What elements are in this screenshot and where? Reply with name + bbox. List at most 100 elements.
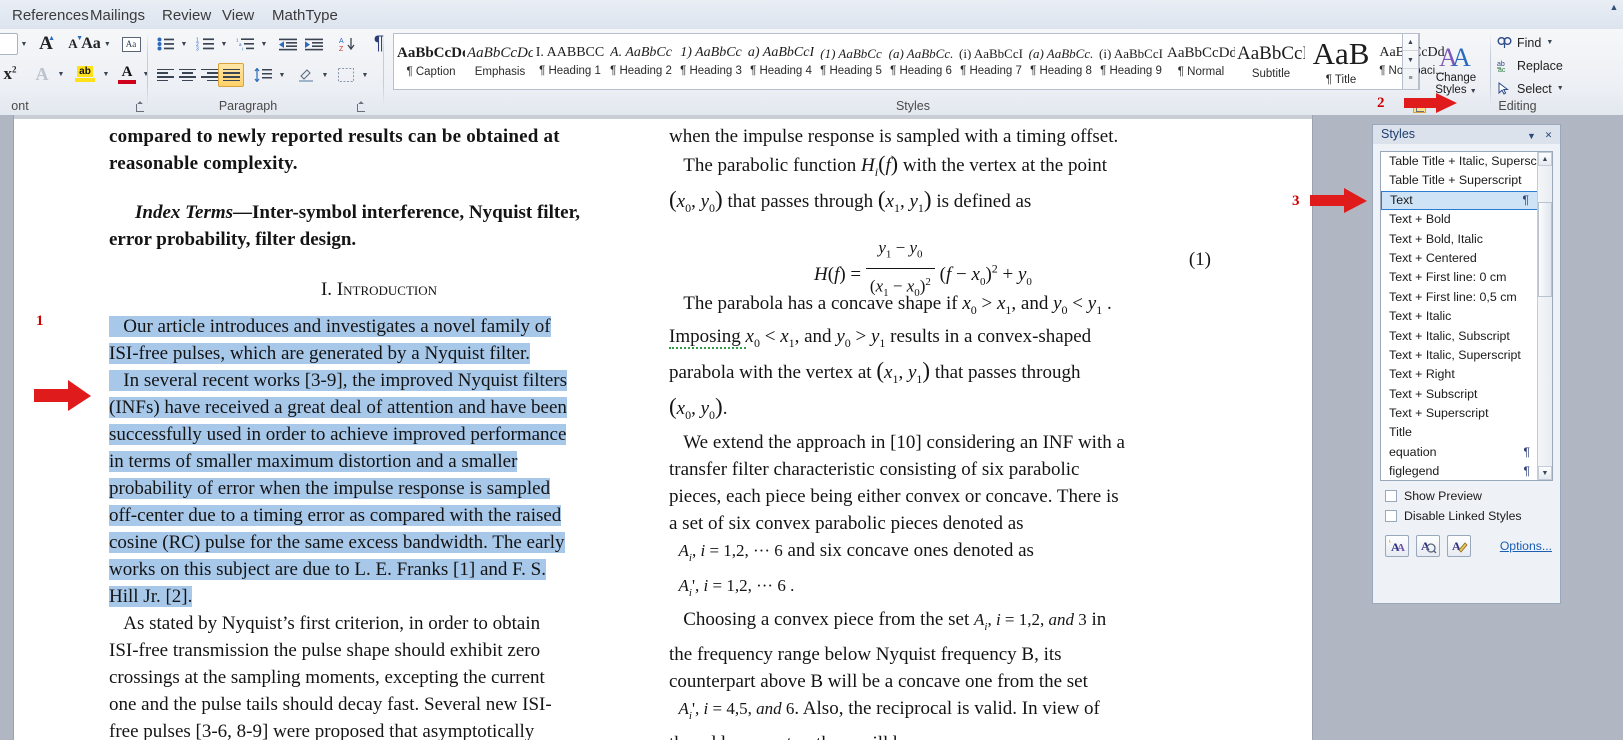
style-gallery-item-3[interactable]: A. AaBbCc ¶ Heading 2: [606, 35, 676, 88]
style-list-item-8[interactable]: Text + Italic: [1381, 307, 1552, 326]
style-list-item-3[interactable]: Text + Bold: [1381, 210, 1552, 229]
line-spacing-button[interactable]: [250, 63, 276, 87]
style-list-item-4[interactable]: Text + Bold, Italic: [1381, 230, 1552, 249]
sort-button[interactable]: AZ: [334, 31, 360, 57]
style-gallery-item-2[interactable]: I. AABBCC ¶ Heading 1: [534, 35, 606, 88]
paragraph-3-line-4: one and the pulse tails should decay fas…: [109, 694, 552, 715]
superscript-button[interactable]: x2: [0, 61, 24, 87]
shading-button[interactable]: [293, 63, 319, 87]
style-gallery-item-9[interactable]: (a) AaBbCc. ¶ Heading 8: [1026, 35, 1096, 88]
gallery-scroll-up-icon[interactable]: ▲: [1403, 34, 1418, 51]
style-gallery-item-1[interactable]: AaBbCcDc Emphasis: [466, 35, 534, 88]
find-button[interactable]: Find ▼: [1494, 32, 1570, 53]
style-list-item-12[interactable]: Text + Subscript: [1381, 385, 1552, 404]
change-case-button[interactable]: Aa ▼: [78, 31, 114, 57]
style-inspector-icon[interactable]: A: [1416, 535, 1440, 557]
font-color-dropdown-icon[interactable]: ▼: [140, 61, 152, 87]
checkbox-box: [1385, 490, 1397, 502]
bullets-button[interactable]: [152, 31, 178, 57]
styles-list-scroll-thumb[interactable]: [1538, 202, 1552, 297]
font-dialog-launcher[interactable]: [133, 100, 146, 113]
style-gallery-item-12[interactable]: AaBbCcI Subtitle: [1236, 35, 1306, 88]
style-gallery-item-0[interactable]: AaBbCcDd ¶ Caption: [396, 35, 466, 88]
style-list-item-0[interactable]: Table Title + Italic, Supersc: [1381, 152, 1552, 171]
styles-pane-menu-icon[interactable]: ▼: [1525, 129, 1538, 142]
font-size-combo[interactable]: [0, 33, 18, 55]
style-list-item-1[interactable]: Table Title + Superscript: [1381, 171, 1552, 190]
gallery-more-icon[interactable]: ≡: [1403, 70, 1418, 87]
multilevel-dropdown-icon[interactable]: ▼: [258, 31, 270, 57]
manage-styles-icon[interactable]: A: [1447, 535, 1471, 557]
disable-linked-styles-checkbox[interactable]: Disable Linked Styles: [1385, 509, 1522, 523]
equation-1[interactable]: H(f) = y1 − y0 (x1 − x0)2 (f − x0)2 + y0…: [669, 234, 1219, 299]
style-preview: AaBbCcDd: [1167, 45, 1235, 61]
styles-pane-close-icon[interactable]: ✕: [1542, 129, 1555, 142]
tab-review[interactable]: Review: [152, 3, 221, 29]
styles-list[interactable]: Table Title + Italic, Supersc Table Title…: [1380, 151, 1553, 481]
font-size-dropdown-icon[interactable]: ▼: [18, 33, 30, 55]
styles-list-scroll-up-icon[interactable]: ▲: [1538, 152, 1552, 166]
style-list-item-2[interactable]: Text ¶: [1381, 190, 1552, 211]
style-gallery-item-10[interactable]: (i) AaBbCcI ¶ Heading 9: [1096, 35, 1166, 88]
paragraph-3-line-3: crossings at the sampling moments, excep…: [109, 667, 545, 688]
style-list-item-7[interactable]: Text + First line: 0,5 cm: [1381, 288, 1552, 307]
document-left-column[interactable]: compared to newly reported results can b…: [109, 123, 649, 740]
section-heading-introduction: I. Introduction: [320, 279, 438, 300]
grow-font-button[interactable]: A ▲: [33, 31, 59, 57]
abstract-line-2: reasonable complexity.: [109, 153, 298, 174]
style-gallery-item-8[interactable]: (i) AaBbCcI ¶ Heading 7: [956, 35, 1026, 88]
style-list-item-9[interactable]: Text + Italic, Subscript: [1381, 327, 1552, 346]
style-gallery-item-4[interactable]: 1) AaBbCc ¶ Heading 3: [676, 35, 746, 88]
styles-options-link[interactable]: Options...: [1500, 539, 1552, 553]
replace-button[interactable]: ab ac Replace: [1494, 55, 1580, 76]
shading-dropdown-icon[interactable]: ▼: [319, 63, 331, 87]
numbering-button[interactable]: 123: [192, 31, 218, 57]
styles-list-scrollbar[interactable]: ▲ ▼: [1537, 152, 1552, 480]
new-style-icon[interactable]: AA: [1385, 535, 1409, 557]
styles-gallery-scrollbar[interactable]: ▲ ▼ ≡: [1402, 33, 1419, 90]
style-list-item-13[interactable]: Text + Superscript: [1381, 404, 1552, 423]
borders-dropdown-icon[interactable]: ▼: [359, 63, 371, 87]
text-highlight-button[interactable]: ab: [70, 61, 100, 87]
multilevel-list-button[interactable]: 1ai: [232, 31, 258, 57]
document-page[interactable]: compared to newly reported results can b…: [14, 115, 1312, 740]
style-list-item-11[interactable]: Text + Right: [1381, 365, 1552, 384]
gallery-scroll-down-icon[interactable]: ▼: [1403, 52, 1418, 69]
text-effects-dropdown-icon[interactable]: ▼: [55, 61, 67, 87]
style-list-item-15[interactable]: equation ¶: [1381, 443, 1552, 462]
style-list-item-5[interactable]: Text + Centered: [1381, 249, 1552, 268]
line-spacing-dropdown-icon[interactable]: ▼: [276, 63, 288, 87]
ribbon-minimize-icon[interactable]: ▲: [1607, 1, 1621, 13]
text-effects-button[interactable]: A: [29, 61, 55, 87]
borders-button[interactable]: [333, 63, 359, 87]
decrease-indent-button[interactable]: [275, 31, 301, 57]
styles-list-scroll-down-icon[interactable]: ▼: [1538, 466, 1552, 480]
style-list-item-6[interactable]: Text + First line: 0 cm: [1381, 268, 1552, 287]
show-formatting-marks-button[interactable]: ¶: [366, 31, 392, 57]
style-list-item-label: Table Title + Italic, Supersc: [1389, 154, 1537, 168]
numbering-dropdown-icon[interactable]: ▼: [218, 31, 230, 57]
tab-mailings[interactable]: Mailings: [80, 3, 155, 29]
style-gallery-item-5[interactable]: a) AaBbCcI ¶ Heading 4: [746, 35, 816, 88]
document-right-column[interactable]: when the impulse response is sampled wit…: [669, 123, 1219, 740]
highlight-dropdown-icon[interactable]: ▼: [100, 61, 112, 87]
select-button[interactable]: Select ▼: [1494, 78, 1574, 99]
font-color-button[interactable]: A: [114, 61, 140, 87]
tab-view[interactable]: View: [212, 3, 264, 29]
style-gallery-item-11[interactable]: AaBbCcDd ¶ Normal: [1166, 35, 1236, 88]
style-list-item-14[interactable]: Title: [1381, 423, 1552, 442]
style-gallery-item-13[interactable]: AaB ¶ Title: [1306, 35, 1376, 88]
style-gallery-item-7[interactable]: (a) AaBbCc. ¶ Heading 6: [886, 35, 956, 88]
style-list-item-10[interactable]: Text + Italic, Superscript: [1381, 346, 1552, 365]
checkbox-box: [1385, 510, 1397, 522]
style-gallery-item-6[interactable]: (1) AaBbCc ¶ Heading 5: [816, 35, 886, 88]
style-list-item-16[interactable]: figlegend ¶: [1381, 462, 1552, 480]
clear-formatting-button[interactable]: Aa: [117, 31, 145, 57]
paragraph-dialog-launcher[interactable]: [354, 100, 367, 113]
tab-mathtype[interactable]: MathType: [262, 3, 348, 29]
show-preview-checkbox[interactable]: Show Preview: [1385, 489, 1482, 503]
bullets-dropdown-icon[interactable]: ▼: [178, 31, 190, 57]
justify-button[interactable]: [218, 63, 244, 87]
paragraph-3: As stated by Nyquist’s first criterion, …: [109, 610, 649, 740]
increase-indent-button[interactable]: [301, 31, 327, 57]
